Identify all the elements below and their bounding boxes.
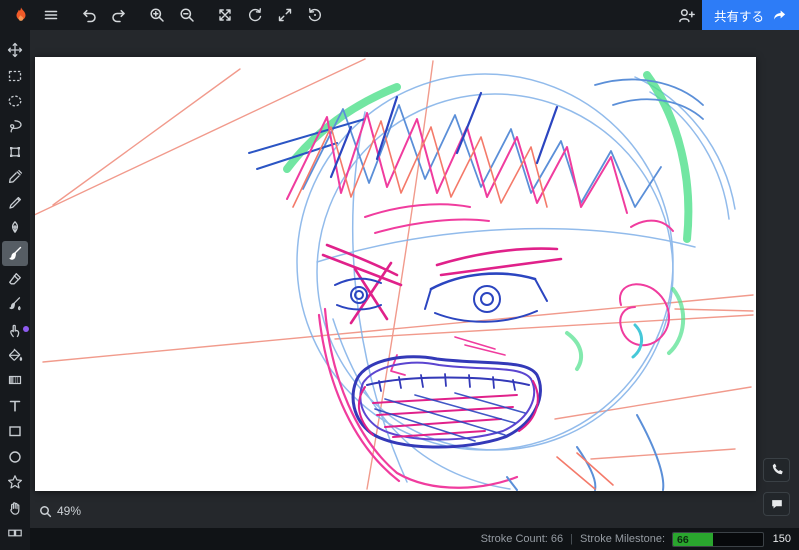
topbar-right-group: 共有する — [672, 0, 799, 30]
add-collaborator-button[interactable] — [672, 0, 702, 30]
tool-rectangle-shape[interactable] — [2, 419, 28, 443]
transform-canvas-icon — [219, 9, 231, 21]
drawing-canvas[interactable] — [35, 57, 756, 491]
tool-rectangle-select[interactable] — [2, 63, 28, 87]
canvas-viewport[interactable]: 49% — [30, 30, 799, 528]
tool-timeline-frames[interactable] — [2, 521, 28, 545]
smudge-notification-dot — [23, 326, 29, 333]
lasso-icon — [9, 120, 22, 133]
milestone-target-value: 150 — [772, 533, 791, 545]
voice-call-button[interactable] — [763, 458, 790, 482]
milestone-progress-bar: 66 — [672, 531, 764, 547]
chat-button[interactable] — [763, 492, 790, 516]
share-button-label: 共有する — [713, 9, 764, 24]
zoom-in-icon — [150, 8, 164, 22]
status-separator: | — [570, 533, 574, 545]
star-shape-icon — [8, 475, 22, 489]
brush-icon — [9, 247, 22, 261]
reset-rotation-button[interactable] — [300, 0, 330, 30]
hand-icon — [10, 501, 20, 515]
reset-rotation-icon — [308, 8, 321, 22]
tool-eyedropper[interactable] — [2, 165, 28, 189]
timeline-frames-icon — [8, 529, 22, 537]
tool-star-shape[interactable] — [2, 470, 28, 494]
fullscreen-button[interactable] — [270, 0, 300, 30]
move-icon — [7, 43, 23, 58]
status-bar: Stroke Count: 66 | Stroke Milestone: 66 … — [30, 528, 799, 550]
tool-move[interactable] — [2, 38, 28, 62]
share-forward-icon — [774, 9, 786, 20]
transform-icon — [10, 146, 20, 157]
transform-canvas-button[interactable] — [210, 0, 240, 30]
tool-eraser[interactable] — [2, 267, 28, 291]
pen-icon — [11, 221, 19, 233]
tool-text[interactable] — [2, 394, 28, 418]
tool-gradient[interactable] — [2, 368, 28, 392]
tool-smudge[interactable] — [2, 317, 29, 341]
topbar-left-group — [0, 0, 330, 30]
zoom-in-button[interactable] — [142, 0, 172, 30]
tool-pencil[interactable] — [2, 190, 28, 214]
menu-button[interactable] — [36, 0, 66, 30]
rectangle-shape-icon — [9, 426, 21, 437]
share-button[interactable]: 共有する — [701, 0, 799, 30]
fullscreen-icon — [278, 8, 292, 22]
ellipse-select-icon — [8, 95, 22, 107]
smudge-finger-icon — [10, 324, 20, 337]
drawing-app-window: 共有する 49% Stroke Count: 66 | Stroke Miles… — [0, 0, 799, 550]
gradient-icon — [8, 376, 22, 385]
zoom-level-label: 49% — [57, 504, 82, 518]
tool-hand-pan[interactable] — [2, 495, 28, 519]
text-icon — [9, 400, 21, 412]
top-toolbar: 共有する — [0, 0, 799, 30]
pencil-icon — [9, 196, 22, 209]
eyedropper-icon — [8, 170, 23, 184]
stroke-milestone-label: Stroke Milestone: — [580, 533, 665, 545]
canvas-column: 49% Stroke Count: 66 | Stroke Milestone: — [30, 30, 799, 550]
tool-ellipse-shape[interactable] — [2, 445, 28, 469]
stroke-count-label: Stroke Count: 66 — [480, 533, 564, 545]
tool-transform[interactable] — [2, 140, 28, 164]
milestone-current-value: 66 — [677, 533, 689, 546]
ellipse-shape-icon — [9, 451, 21, 463]
tool-fill-bucket[interactable] — [2, 343, 28, 367]
rectangle-select-icon — [8, 70, 22, 81]
tool-brush[interactable] — [2, 241, 28, 266]
fill-bucket-icon — [8, 348, 23, 362]
tool-pen[interactable] — [2, 216, 28, 240]
tool-lasso-select[interactable] — [2, 114, 28, 138]
zoom-indicator[interactable]: 49% — [39, 504, 81, 518]
undo-icon — [83, 9, 96, 23]
blend-brush-icon — [9, 297, 21, 311]
chat-bubble-icon — [771, 500, 782, 509]
canvas-artwork-sketch — [35, 58, 754, 491]
add-user-icon — [679, 8, 696, 22]
magnifier-icon — [40, 505, 52, 517]
menu-icon — [44, 10, 58, 20]
main-area: 49% Stroke Count: 66 | Stroke Milestone: — [0, 30, 799, 550]
floating-buttons — [763, 458, 790, 516]
zoom-out-button[interactable] — [172, 0, 202, 30]
tool-ellipse-select[interactable] — [2, 89, 28, 113]
zoom-out-icon — [180, 8, 194, 22]
rotate-canvas-icon — [249, 8, 262, 22]
phone-icon — [772, 463, 783, 475]
tool-blend-brush[interactable] — [2, 292, 28, 316]
eraser-icon — [9, 272, 21, 285]
redo-icon — [112, 9, 125, 23]
app-logo[interactable] — [6, 0, 36, 30]
flame-icon — [16, 7, 26, 22]
tool-sidebar — [0, 30, 30, 550]
rotate-canvas-button[interactable] — [240, 0, 270, 30]
undo-button[interactable] — [74, 0, 104, 30]
redo-button[interactable] — [104, 0, 134, 30]
